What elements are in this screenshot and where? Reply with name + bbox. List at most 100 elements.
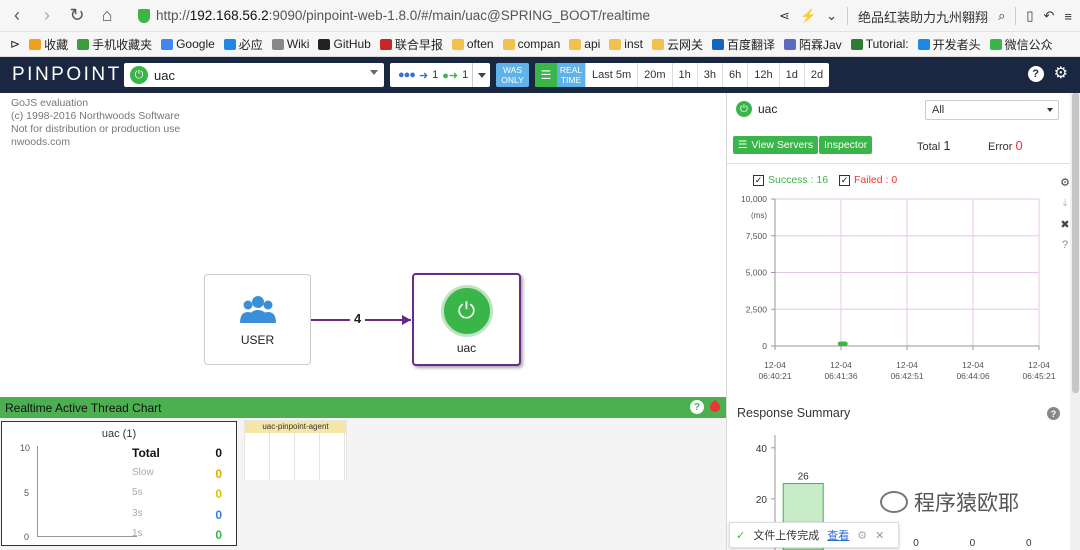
failed-checkbox[interactable]: ✓ Failed : 0 xyxy=(839,174,897,186)
check-icon: ✓ xyxy=(736,529,746,542)
reload-icon[interactable]: ↻ xyxy=(64,3,90,29)
bookmark-item[interactable]: compan xyxy=(502,37,560,51)
period-button[interactable]: Last 5m xyxy=(585,63,637,87)
application-node[interactable]: ⏻ uac xyxy=(412,273,521,366)
help-icon[interactable]: ? xyxy=(1062,239,1068,251)
lightning-icon[interactable]: ⚡ xyxy=(800,8,816,24)
period-button[interactable]: 12h xyxy=(747,63,778,87)
x-tick-date: 12-04 xyxy=(896,360,918,370)
toast-view-link[interactable]: 查看 xyxy=(827,527,849,543)
thread-count-label: 5s xyxy=(132,487,143,498)
bookmark-item[interactable]: inst xyxy=(609,37,643,51)
info-panel: ⏻ uac All ☰ View Servers Inspector Total… xyxy=(726,93,1080,550)
was-only-toggle[interactable]: WAS ONLY xyxy=(496,63,529,87)
bookmark-item[interactable]: 开发者头 xyxy=(917,36,981,53)
bookmark-label: 必应 xyxy=(238,37,263,52)
help-icon[interactable]: ? xyxy=(690,400,704,414)
y-axis xyxy=(37,446,38,536)
list-icon[interactable]: ☰ xyxy=(535,63,557,87)
bookmark-item[interactable]: Google xyxy=(161,37,215,51)
forward-icon[interactable]: › xyxy=(34,3,60,29)
help-icon[interactable]: ? xyxy=(1047,407,1060,420)
gear-icon[interactable]: ⚙ xyxy=(1060,176,1070,189)
bookmark-item[interactable]: Tutorial: xyxy=(850,37,909,51)
back-icon[interactable]: ‹ xyxy=(4,3,30,29)
response-time-scatter-chart[interactable]: 12-0406:40:2112-0406:41:3612-0406:42:511… xyxy=(727,193,1067,403)
close-icon[interactable]: ✕ xyxy=(875,529,884,542)
agent-card[interactable]: uac-pinpoint-agent xyxy=(244,420,347,480)
agent-filter-select[interactable]: All xyxy=(925,100,1059,120)
dropdown-icon[interactable]: ⌄ xyxy=(826,8,837,24)
phone-icon[interactable]: ▯ xyxy=(1026,8,1033,24)
thread-count-label: Total xyxy=(132,446,160,460)
thread-count-value: 0 xyxy=(215,466,222,481)
server-map[interactable]: GoJS evaluation (c) 1998-2016 Northwoods… xyxy=(0,93,726,397)
inspector-button[interactable]: Inspector xyxy=(819,136,873,154)
period-button[interactable]: 2d xyxy=(803,63,829,87)
pin-icon[interactable] xyxy=(707,399,723,415)
divider xyxy=(727,163,1080,164)
scrollbar-thumb[interactable] xyxy=(1072,93,1079,393)
url-field[interactable]: http:// 192.168.56.2 :9090/pinpoint-web-… xyxy=(138,4,758,28)
bookmark-item[interactable]: 手机收藏夹 xyxy=(77,36,152,53)
separator xyxy=(847,7,849,25)
bookmark-label: 陌霖Jav xyxy=(799,37,842,52)
folder-icon xyxy=(502,38,515,50)
user-node[interactable]: USER xyxy=(204,274,311,365)
realtime-button[interactable]: REAL TIME xyxy=(557,63,585,87)
application-select[interactable]: ⏻ uac xyxy=(124,63,384,87)
bookmark-item[interactable]: 微信公众 xyxy=(989,36,1053,53)
success-label: Success : 16 xyxy=(768,174,829,186)
arrow-head-icon xyxy=(402,315,411,325)
spring-boot-icon: ⏻ xyxy=(736,101,752,117)
bookmark-item[interactable]: api xyxy=(569,37,600,51)
thread-count-label: 3s xyxy=(132,507,143,519)
search-icon[interactable]: ⌕ xyxy=(998,8,1005,24)
depth-out: 1 xyxy=(462,69,469,81)
share-icon[interactable]: ⋖ xyxy=(779,8,790,24)
home-icon[interactable]: ⌂ xyxy=(94,3,120,29)
undo-icon[interactable]: ↶ xyxy=(1044,8,1055,24)
agent-filter-value: All xyxy=(932,104,945,116)
search-hint[interactable]: 绝品红装助力九州翱翔 xyxy=(858,7,988,26)
bookmark-icon xyxy=(989,38,1002,50)
bookmark-item[interactable]: 云网关 xyxy=(651,36,703,53)
bookmark-icon xyxy=(77,38,90,50)
application-name: uac xyxy=(154,67,175,83)
edge-call-count[interactable]: 4 xyxy=(350,311,366,326)
secure-shield-icon xyxy=(138,8,150,23)
period-button[interactable]: 3h xyxy=(696,63,722,87)
bookmark-item[interactable]: Wiki xyxy=(271,37,309,51)
view-servers-button[interactable]: ☰ View Servers xyxy=(733,136,819,154)
bookmarks-toggle-icon[interactable]: ⊳ xyxy=(10,37,20,51)
bookmark-item[interactable]: 必应 xyxy=(223,36,263,53)
thread-count-label: Slow xyxy=(132,466,154,478)
folder-icon xyxy=(609,38,622,50)
bookmark-item[interactable]: 收藏 xyxy=(29,36,68,53)
bookmark-item[interactable]: 陌霖Jav xyxy=(784,36,842,53)
menu-icon[interactable]: ≡ xyxy=(1064,9,1072,24)
period-button[interactable]: 20m xyxy=(637,63,671,87)
bookmark-icon xyxy=(29,38,42,50)
close-icon[interactable]: ✖ xyxy=(1060,218,1069,231)
success-checkbox[interactable]: ✓ Success : 16 xyxy=(753,174,828,186)
download-icon[interactable]: ⤓ xyxy=(1063,197,1068,210)
chevron-down-icon[interactable] xyxy=(472,63,490,87)
url-scheme: http:// xyxy=(156,8,190,23)
period-button[interactable]: 1h xyxy=(671,63,697,87)
bookmark-item[interactable]: GitHub xyxy=(318,37,371,51)
callee-icon: ●●● xyxy=(398,69,416,81)
gojs-watermark: GoJS evaluation (c) 1998-2016 Northwoods… xyxy=(11,97,181,148)
period-button[interactable]: 6h xyxy=(722,63,747,87)
settings-icon[interactable]: ⚙ xyxy=(857,529,867,542)
period-button[interactable]: 1d xyxy=(778,63,804,87)
bookmark-item[interactable]: 联合早报 xyxy=(379,36,443,53)
failed-label: Failed : 0 xyxy=(854,174,898,186)
gear-icon[interactable]: ⚙ xyxy=(1054,66,1068,82)
help-icon[interactable]: ? xyxy=(1027,66,1044,82)
panel-scrollbar[interactable] xyxy=(1070,93,1080,550)
y-tick-label: 0 xyxy=(762,341,767,351)
bookmark-item[interactable]: often xyxy=(451,37,494,51)
search-depth-select[interactable]: ●●● ➜ 1 ●➜ 1 xyxy=(390,63,490,87)
bookmark-item[interactable]: 百度翻译 xyxy=(711,36,775,53)
